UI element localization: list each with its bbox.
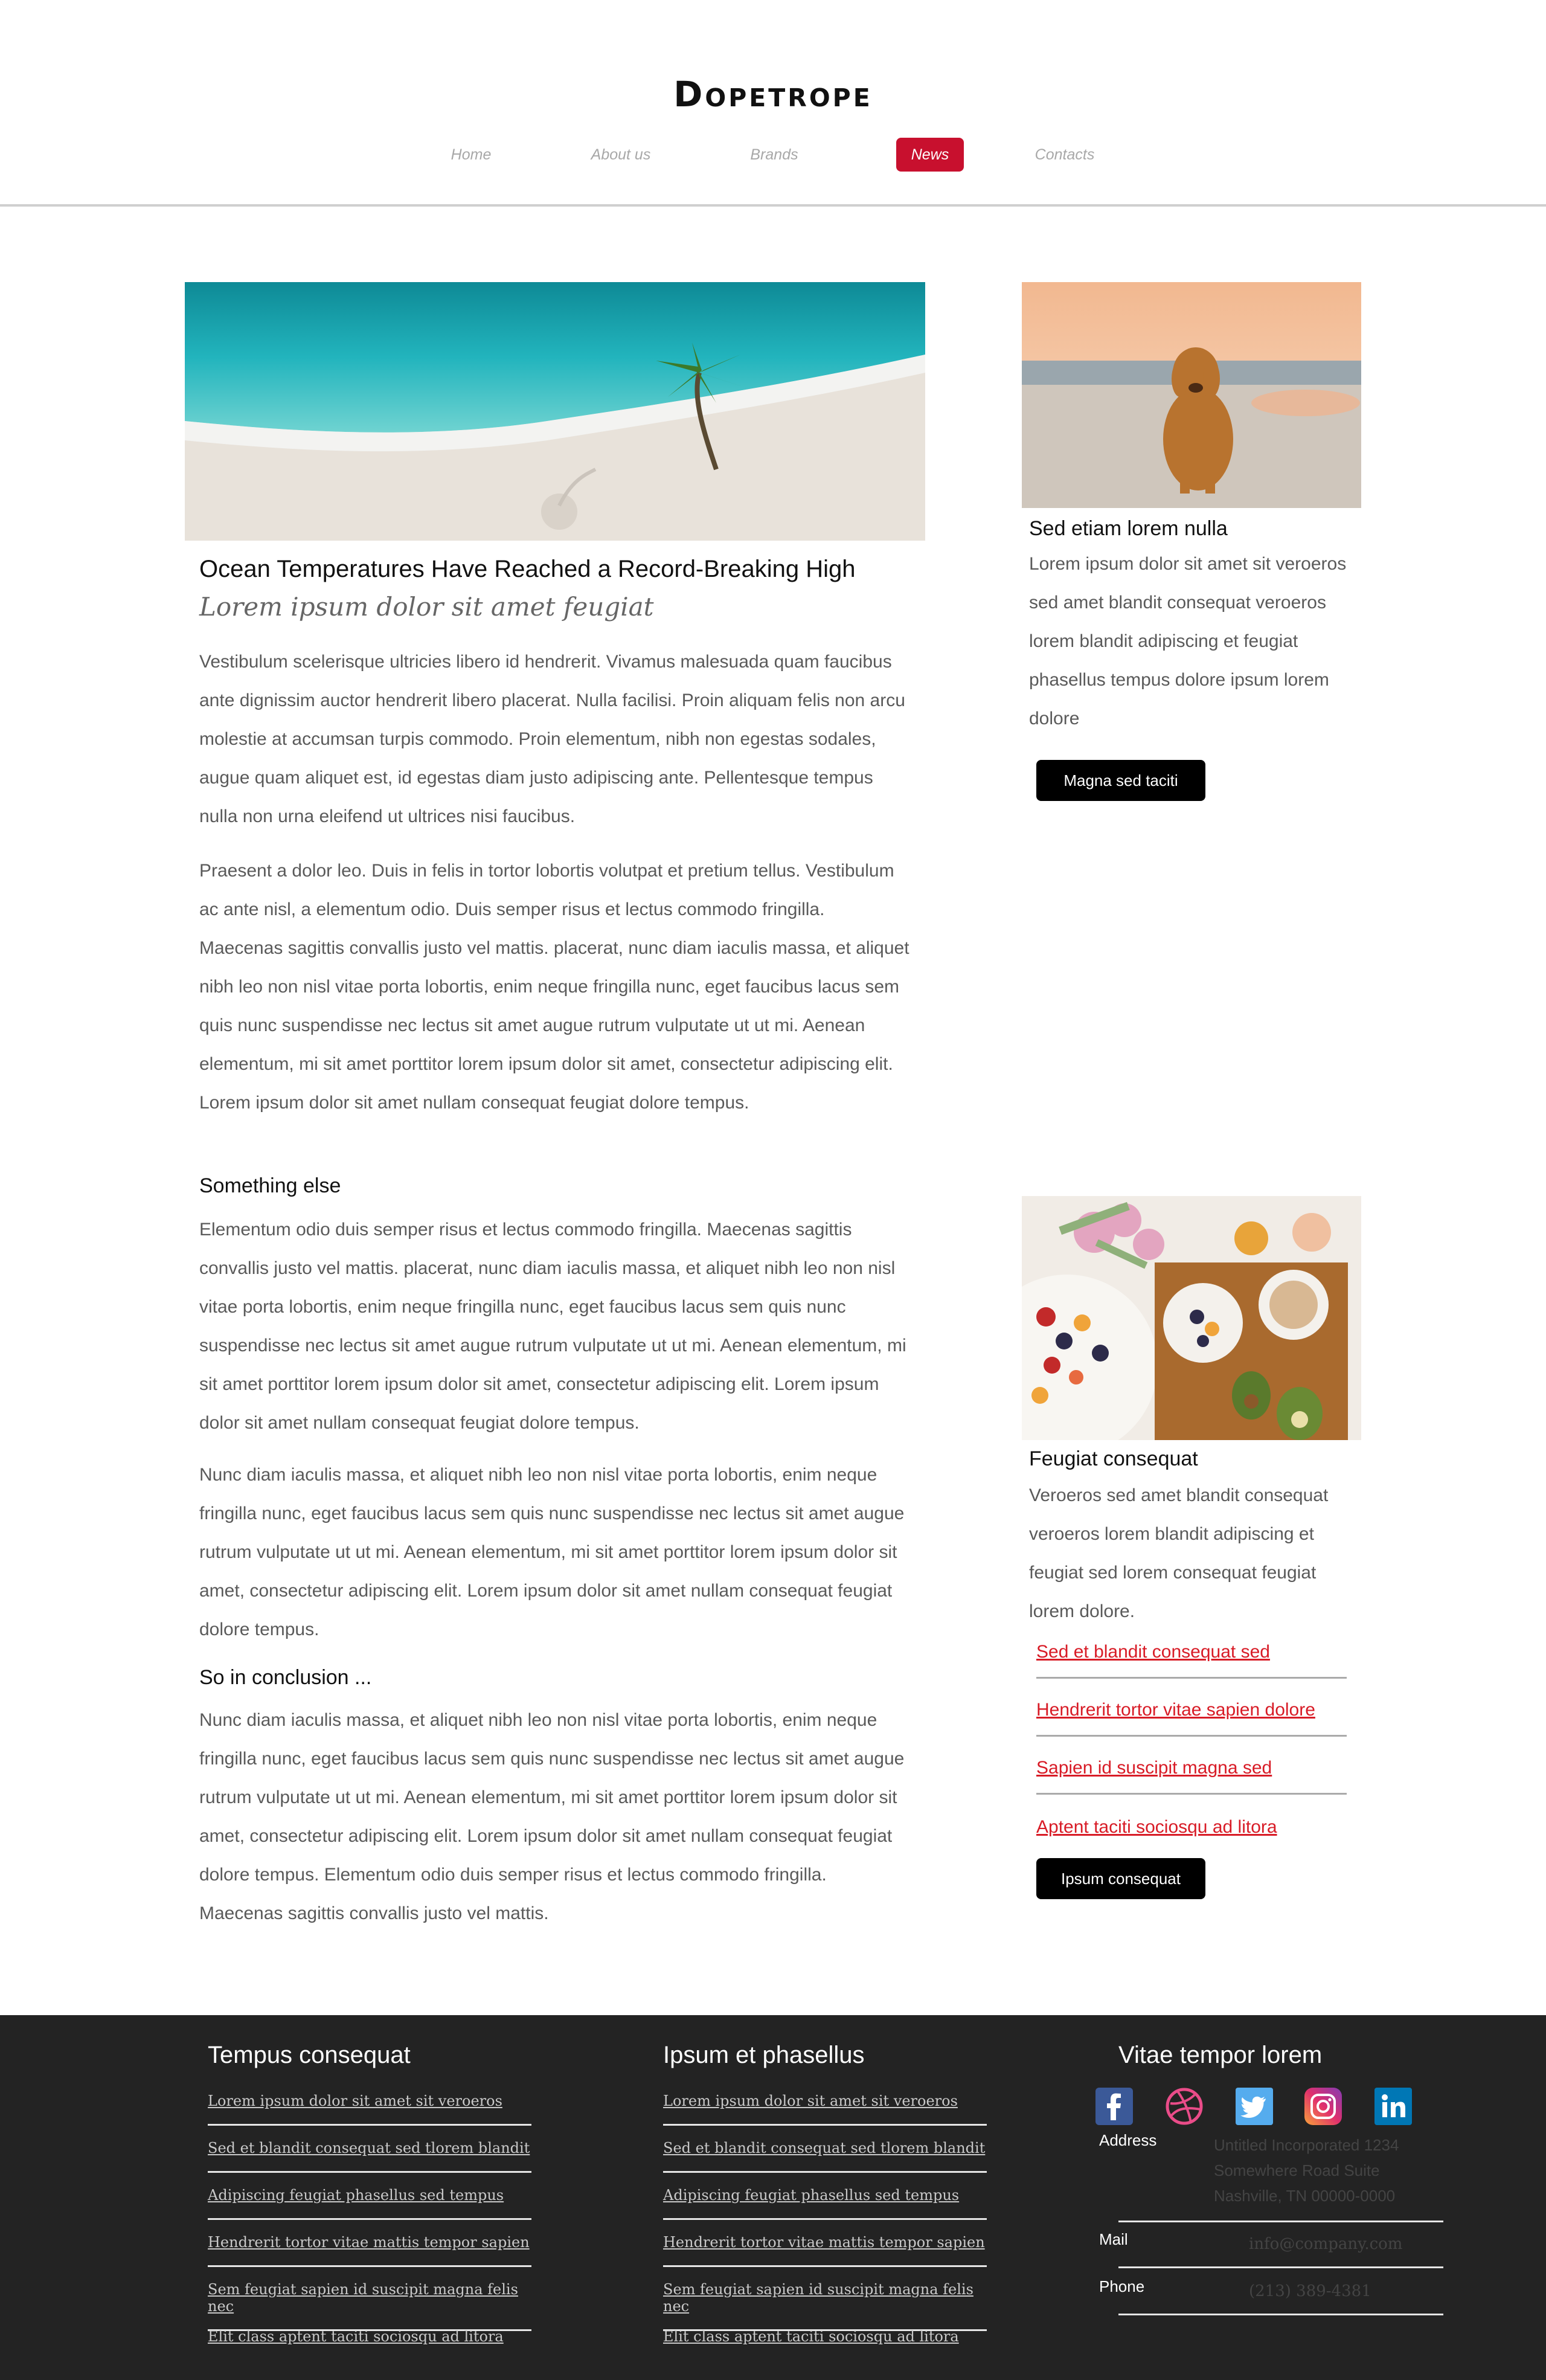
footer-col-1-title: Tempus consequat — [208, 2042, 411, 2068]
footer-col-2-link[interactable]: Elit class aptent taciti sociosqu ad lit… — [663, 2328, 987, 2359]
article-heading-conclusion: So in conclusion ... — [199, 1666, 372, 1689]
footer-col-2-link[interactable]: Hendrerit tortor vitae mattis tempor sap… — [663, 2234, 987, 2267]
instagram-icon[interactable] — [1304, 2088, 1342, 2125]
footer-col-2-title: Ipsum et phasellus — [663, 2042, 865, 2068]
beach-palm-image — [185, 282, 925, 541]
sidebar-card-2-text: Veroeros sed amet blandit consequat vero… — [1029, 1485, 1329, 1621]
facebook-icon[interactable] — [1095, 2088, 1133, 2125]
footer-col-1-link[interactable]: Hendrerit tortor vitae mattis tempor sap… — [208, 2234, 531, 2267]
sidebar-link-4[interactable]: Aptent taciti sociosqu ad litora — [1036, 1817, 1347, 1852]
footer-col-2-link[interactable]: Sed et blandit consequat sed tlorem blan… — [663, 2140, 987, 2173]
nav-news[interactable]: News — [896, 138, 964, 172]
sidebar-card-1-title: Sed etiam lorem nulla — [1029, 517, 1228, 540]
footer-col-1-link[interactable]: Sed et blandit consequat sed tlorem blan… — [208, 2140, 531, 2173]
dog-on-beach-image — [1022, 282, 1361, 508]
ipsum-consequat-button[interactable]: Ipsum consequat — [1036, 1858, 1205, 1899]
sidebar-card-2-title: Feugiat consequat — [1029, 1447, 1198, 1470]
footer-phone-value[interactable]: (213) 389-4381 — [1249, 2279, 1371, 2304]
footer-col-1-link[interactable]: Sem feugiat sapien id suscipit magna fel… — [208, 2281, 531, 2331]
footer-address-line-1: Untitled Incorporated 1234 — [1214, 2136, 1399, 2154]
sidebar-link-3[interactable]: Sapien id suscipit magna sed — [1036, 1758, 1347, 1795]
sidebar-link-1[interactable]: Sed et blandit consequat sed — [1036, 1642, 1347, 1679]
footer-col-1-link[interactable]: Lorem ipsum dolor sit amet sit veroeros — [208, 2092, 531, 2126]
nav-home[interactable]: Home — [435, 138, 507, 172]
article-title: Ocean Temperatures Have Reached a Record… — [199, 556, 856, 582]
footer-divider — [1118, 2221, 1443, 2222]
footer-col-1-link[interactable]: Adipiscing feugiat phasellus sed tempus — [208, 2187, 531, 2220]
article-paragraph-1: Vestibulum scelerisque ultricies libero … — [199, 652, 905, 826]
linkedin-icon[interactable] — [1374, 2088, 1412, 2125]
footer-phone-label: Phone — [1099, 2277, 1145, 2295]
nav-about-us[interactable]: About us — [579, 138, 663, 172]
footer-divider — [1118, 2266, 1443, 2268]
article-paragraph-5: Nunc diam iaculis massa, et aliquet nibh… — [199, 1710, 905, 1923]
site-logo[interactable]: Dopetrope — [0, 74, 1546, 115]
footer-address-line-2: Somewhere Road Suite — [1214, 2161, 1380, 2179]
footer-col-3-title: Vitae tempor lorem — [1118, 2042, 1323, 2068]
nav-contacts[interactable]: Contacts — [1025, 138, 1104, 172]
twitter-icon[interactable] — [1236, 2088, 1273, 2125]
footer-divider — [1118, 2314, 1443, 2315]
footer-address-label: Address — [1099, 2131, 1157, 2149]
breakfast-food-image — [1022, 1196, 1361, 1440]
article-heading-something-else: Something else — [199, 1174, 341, 1197]
article-paragraph-4: Nunc diam iaculis massa, et aliquet nibh… — [199, 1465, 905, 1639]
footer-col-2-link[interactable]: Lorem ipsum dolor sit amet sit veroeros — [663, 2092, 987, 2126]
nav-brands[interactable]: Brands — [738, 138, 810, 172]
footer-col-2-link[interactable]: Sem feugiat sapien id suscipit magna fel… — [663, 2281, 987, 2331]
sidebar-card-1-text: Lorem ipsum dolor sit amet sit veroeros … — [1029, 554, 1347, 728]
article-paragraph-2: Praesent a dolor leo. Duis in felis in t… — [199, 861, 909, 1113]
sidebar-link-2[interactable]: Hendrerit tortor vitae sapien dolore — [1036, 1700, 1347, 1737]
article-subtitle: Lorem ipsum dolor sit amet feugiat — [199, 592, 654, 622]
dribbble-icon[interactable] — [1166, 2088, 1203, 2125]
footer-col-1-link[interactable]: Elit class aptent taciti sociosqu ad lit… — [208, 2328, 531, 2359]
footer-mail-label: Mail — [1099, 2230, 1128, 2248]
article-paragraph-3: Elementum odio duis semper risus et lect… — [199, 1220, 906, 1433]
footer-mail-value[interactable]: info@company.com — [1249, 2231, 1402, 2257]
main-nav: Home About us Brands News Contacts — [0, 138, 1546, 172]
footer-address-line-3: Nashville, TN 00000-0000 — [1214, 2187, 1396, 2205]
site-header: Dopetrope Home About us Brands News Cont… — [0, 0, 1546, 207]
footer-col-2-link[interactable]: Adipiscing feugiat phasellus sed tempus — [663, 2187, 987, 2220]
magna-sed-taciti-button[interactable]: Magna sed taciti — [1036, 760, 1205, 801]
